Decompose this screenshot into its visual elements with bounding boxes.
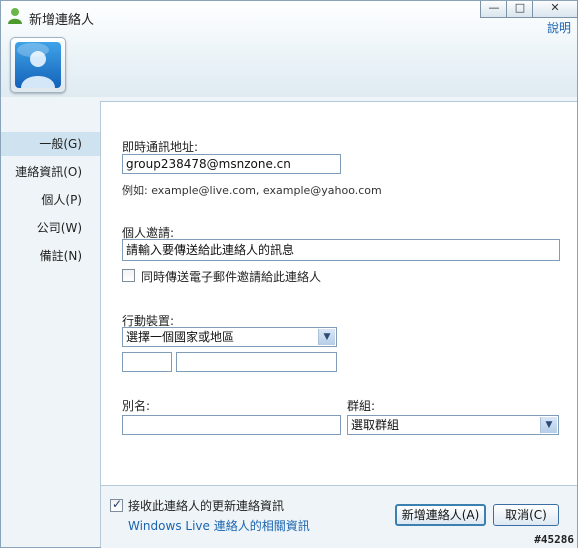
- title-bar: 新增連絡人 — □ ✕ 說明: [1, 1, 578, 97]
- minimize-button[interactable]: —: [480, 1, 508, 18]
- invitation-message-input[interactable]: 請輸入要傳送給此連絡人的訊息: [122, 239, 560, 261]
- receive-updates-checkbox[interactable]: [110, 497, 123, 512]
- window-title: 新增連絡人: [29, 13, 95, 28]
- send-email-invite-checkbox[interactable]: [122, 269, 135, 282]
- nickname-input[interactable]: [122, 415, 341, 435]
- im-address-label: 即時通訊地址:: [122, 140, 199, 154]
- send-email-invite-label: 同時傳送電子郵件邀請給此連絡人: [141, 270, 322, 284]
- maximize-icon: □: [514, 1, 526, 14]
- group-select-value: 選取群組: [351, 418, 400, 432]
- country-select-value: 選擇一個國家或地區: [126, 330, 235, 344]
- sidebar-item-notes[interactable]: 備註(N): [1, 244, 100, 268]
- user-avatar-icon: [15, 42, 61, 88]
- minimize-icon: —: [488, 1, 500, 14]
- cancel-button[interactable]: 取消(C): [493, 504, 559, 526]
- sidebar-item-contact-info[interactable]: 連絡資訊(O): [1, 160, 100, 184]
- windows-live-info-link[interactable]: Windows Live 連絡人的相關資訊: [128, 517, 310, 534]
- add-contact-window: 新增連絡人 — □ ✕ 說明 一般(G) 連絡資訊(O) 個人(P) 公司(W)…: [0, 0, 578, 548]
- im-address-example: 例如: example@live.com, example@yahoo.com: [122, 184, 382, 197]
- close-icon: ✕: [550, 1, 560, 14]
- sidebar-item-general[interactable]: 一般(G): [1, 132, 100, 156]
- sidebar-item-personal[interactable]: 個人(P): [1, 188, 100, 212]
- mobile-number-input[interactable]: [176, 352, 337, 372]
- group-select[interactable]: 選取群組 ▼: [347, 415, 559, 435]
- nickname-label: 別名:: [122, 399, 151, 413]
- country-select[interactable]: 選擇一個國家或地區 ▼: [122, 327, 337, 347]
- avatar[interactable]: [10, 37, 66, 93]
- close-button[interactable]: ✕: [532, 1, 578, 18]
- dialog-footer: 接收此連絡人的更新連絡資訊 Windows Live 連絡人的相關資訊 新增連絡…: [101, 485, 577, 548]
- area-code-input[interactable]: [122, 352, 172, 372]
- sidebar-item-company[interactable]: 公司(W): [1, 216, 100, 240]
- group-label: 群組:: [347, 399, 376, 413]
- chevron-down-icon: ▼: [318, 329, 335, 345]
- general-panel: 即時通訊地址: group238478@msnzone.cn 例如: examp…: [101, 101, 577, 486]
- receive-updates-label: 接收此連絡人的更新連絡資訊: [128, 499, 285, 513]
- maximize-button[interactable]: □: [506, 1, 534, 18]
- im-address-input[interactable]: group238478@msnzone.cn: [122, 154, 341, 174]
- watermark: #45286: [534, 533, 574, 546]
- sidebar: 一般(G) 連絡資訊(O) 個人(P) 公司(W) 備註(N): [1, 101, 101, 547]
- help-link[interactable]: 說明: [547, 19, 571, 36]
- msn-contact-icon: [8, 8, 22, 24]
- add-contact-button[interactable]: 新增連絡人(A): [395, 504, 486, 526]
- chevron-down-icon: ▼: [540, 417, 557, 433]
